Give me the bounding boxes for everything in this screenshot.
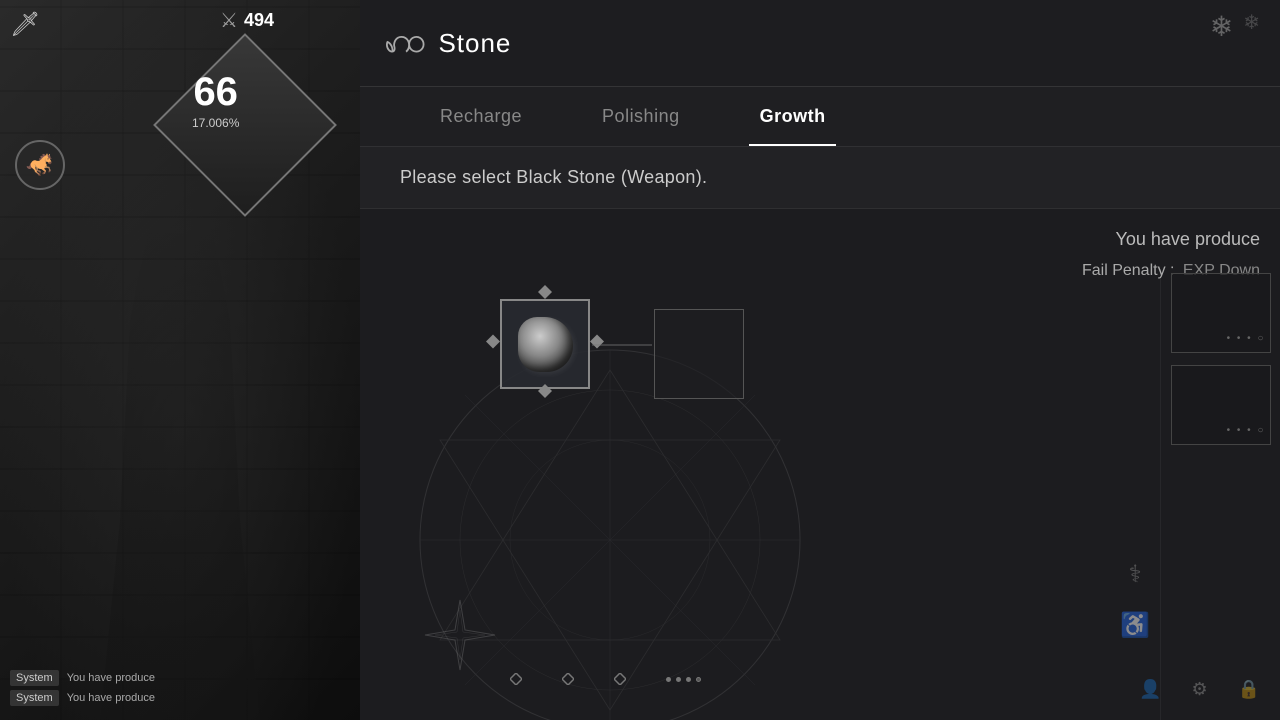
- diamond-point-bottom: [538, 384, 552, 403]
- crossed-swords-area: ⚔ 494: [220, 8, 274, 33]
- snowflake-decorations: ❄ ❄: [1210, 10, 1260, 43]
- diamond-indicator-2: [562, 673, 574, 685]
- connector-line: [592, 344, 652, 346]
- diamond-point-left: [486, 335, 500, 354]
- empty-slot[interactable]: [654, 309, 744, 399]
- dot-2: [676, 677, 681, 682]
- chat-tag-1: System: [10, 670, 59, 686]
- chat-text-1: You have produce: [67, 672, 155, 684]
- percent-display: 17.006%: [192, 116, 239, 130]
- compass-star: [420, 595, 500, 680]
- tab-polishing[interactable]: Polishing: [562, 88, 720, 145]
- sword-icon: 🗡: [10, 10, 40, 39]
- diamond-point-top: [538, 285, 552, 304]
- settings-icon: ⚙: [1191, 679, 1207, 700]
- chat-item-2: System You have produce: [10, 690, 350, 706]
- resource-count: 494: [244, 10, 274, 31]
- right-slot-2[interactable]: • • • ○: [1171, 365, 1271, 445]
- trident-symbol: ⚕: [1129, 563, 1142, 587]
- main-content: You have produce Fail Penalty : EXP Down: [360, 209, 1280, 720]
- sword-hud-area: 🗡: [10, 10, 40, 39]
- panel-header: ꩲ Stone ❄ ❄: [360, 0, 1280, 87]
- bottom-diamond-points: [510, 673, 701, 685]
- diamond-content: 66 17.006%: [192, 72, 239, 130]
- stone-slot-container[interactable]: [500, 299, 590, 389]
- level-number: 66: [192, 72, 239, 112]
- main-panel: ꩲ Stone ❄ ❄ Recharge Polishing Growth Pl…: [360, 0, 1280, 720]
- content-area: Please select Black Stone (Weapon).: [360, 147, 1280, 720]
- slot-dots-1: • • • ○: [1227, 333, 1266, 344]
- right-slot-1[interactable]: • • • ○: [1171, 273, 1271, 353]
- stone-item-slot[interactable]: [500, 299, 590, 389]
- panel-title: Stone: [438, 28, 511, 59]
- diamond-indicator-3: [614, 673, 626, 685]
- produced-text: You have produce: [1082, 229, 1260, 250]
- chat-tag-2: System: [10, 690, 59, 706]
- stone-image: [518, 317, 573, 372]
- slot-dots-2: • • • ○: [1227, 425, 1266, 436]
- tab-growth[interactable]: Growth: [720, 88, 866, 145]
- person-icon: 👤: [1139, 679, 1161, 700]
- chat-text-2: You have produce: [67, 692, 155, 704]
- chat-item-1: System You have produce: [10, 670, 350, 686]
- horse-icon: 🐎: [26, 152, 53, 178]
- symbols-area: ⚕ ♿: [1120, 563, 1150, 640]
- horse-icon-area: 🐎: [15, 140, 65, 190]
- right-slot-area: • • • ○ • • • ○: [1160, 269, 1280, 720]
- dot-3: [686, 677, 691, 682]
- chat-log: System You have produce System You have …: [0, 660, 360, 720]
- tab-bar: Recharge Polishing Growth: [360, 87, 1280, 147]
- snowflake-icon-1: ❄: [1210, 10, 1233, 43]
- hud-overlay: 🗡 66 17.006% ⚔ 494 🐎 System You have pro…: [0, 0, 360, 720]
- crossed-swords-icon: ⚔: [220, 8, 238, 33]
- diamond-indicator-1: [510, 673, 522, 685]
- diamond-frame: [153, 33, 337, 217]
- dot-1: [666, 677, 671, 682]
- lock-icon: 🔒: [1238, 679, 1260, 700]
- person-symbol: ♿: [1120, 611, 1150, 640]
- snowflake-icon-2: ❄: [1243, 10, 1260, 43]
- tab-recharge[interactable]: Recharge: [400, 88, 562, 145]
- crafting-area: You have produce Fail Penalty : EXP Down: [360, 209, 1280, 720]
- panel-logo-icon: ꩲ: [384, 16, 426, 70]
- diamond-hud-container: 66 17.006%: [90, 30, 230, 170]
- dot-row: [666, 677, 701, 682]
- dot-empty: [696, 677, 701, 682]
- lock-area: 👤 ⚙ 🔒: [1139, 679, 1260, 700]
- info-message: Please select Black Stone (Weapon).: [400, 167, 707, 187]
- info-bar: Please select Black Stone (Weapon).: [360, 147, 1280, 209]
